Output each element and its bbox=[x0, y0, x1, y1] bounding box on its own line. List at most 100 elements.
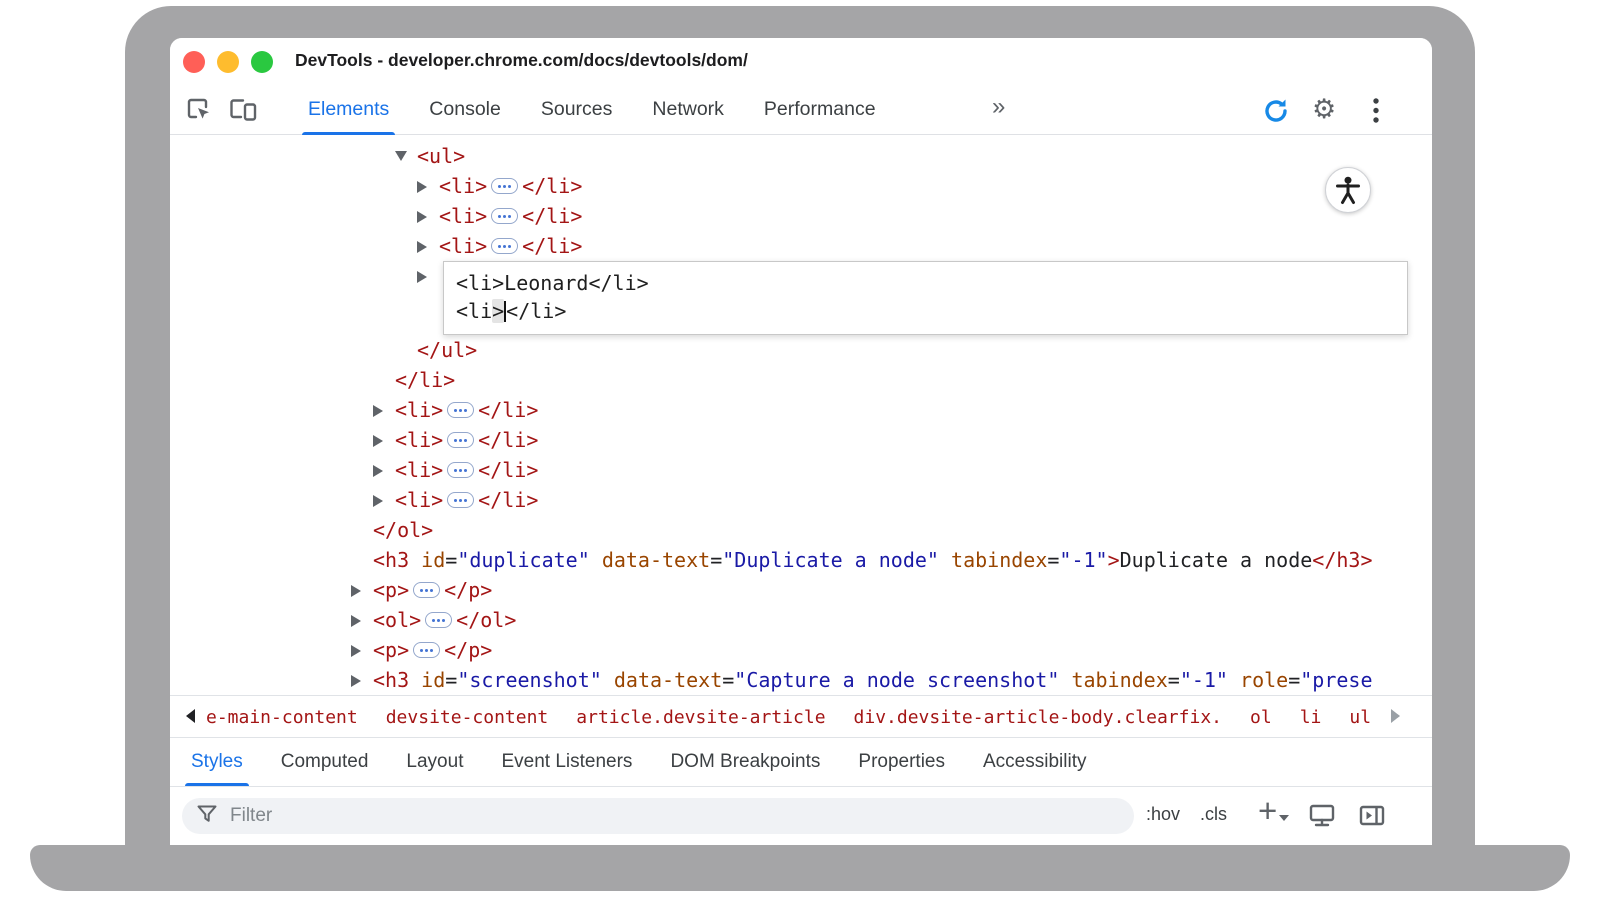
sidebar-tab-event-listeners[interactable]: Event Listeners bbox=[482, 738, 651, 786]
sidebar-tab-computed[interactable]: Computed bbox=[262, 738, 388, 786]
inline-expand-button[interactable] bbox=[447, 432, 474, 448]
sidebar-tab-properties[interactable]: Properties bbox=[839, 738, 964, 786]
extension-icon[interactable] bbox=[1260, 95, 1292, 132]
dom-tree-row[interactable]: <li></li> bbox=[170, 485, 1432, 515]
close-window-button[interactable] bbox=[183, 51, 205, 73]
new-style-rule-button[interactable]: + bbox=[1258, 792, 1277, 830]
expand-arrow-icon[interactable] bbox=[351, 615, 361, 627]
dom-tree-row[interactable]: <li></li> bbox=[170, 425, 1432, 455]
expand-arrow-icon[interactable] bbox=[395, 141, 417, 171]
expand-arrow-icon[interactable] bbox=[351, 605, 373, 635]
dom-tree-row[interactable]: </li> bbox=[170, 365, 1432, 395]
breadcrumb-item[interactable]: li bbox=[1300, 707, 1322, 728]
code-token: <li> bbox=[395, 458, 443, 482]
code-token: "prese bbox=[1300, 668, 1372, 692]
inline-expand-button[interactable] bbox=[447, 462, 474, 478]
breadcrumb-item[interactable]: article.devsite-article bbox=[576, 707, 825, 728]
expand-arrow-icon[interactable] bbox=[351, 575, 373, 605]
sidebar-tab-layout[interactable]: Layout bbox=[387, 738, 482, 786]
dom-tree-row[interactable]: <li></li> bbox=[170, 171, 1432, 201]
tab-performance[interactable]: Performance bbox=[744, 85, 896, 135]
sidebar-tab-styles[interactable]: Styles bbox=[172, 738, 262, 786]
zoom-window-button[interactable] bbox=[251, 51, 273, 73]
breadcrumb-item[interactable]: ul bbox=[1349, 707, 1371, 728]
code-token bbox=[1228, 668, 1240, 692]
expand-arrow-icon[interactable] bbox=[373, 435, 383, 447]
sidebar-toggle-icon[interactable] bbox=[1358, 803, 1386, 834]
collapse-arrow-icon[interactable] bbox=[395, 151, 407, 161]
inline-expand-button[interactable] bbox=[491, 178, 518, 194]
edit-as-html-box[interactable]: <li>Leonard</li><li></li> bbox=[443, 261, 1408, 335]
inspect-icon[interactable] bbox=[184, 95, 214, 130]
breadcrumb-items: e-main-content devsite-content article.dev… bbox=[206, 696, 1380, 738]
breadcrumb-scroll-right-icon[interactable] bbox=[1391, 709, 1400, 723]
more-tabs-button[interactable]: » bbox=[992, 93, 1005, 121]
dom-tree-row[interactable]: <li>Leonard</li><li></li> bbox=[170, 261, 1432, 335]
inline-expand-button[interactable] bbox=[447, 492, 474, 508]
expand-arrow-icon[interactable] bbox=[351, 675, 361, 687]
window-title: DevTools - developer.chrome.com/docs/dev… bbox=[295, 50, 748, 71]
inline-expand-button[interactable] bbox=[425, 612, 452, 628]
inline-expand-button[interactable] bbox=[491, 208, 518, 224]
expand-arrow-icon[interactable] bbox=[373, 395, 395, 425]
dom-tree-row[interactable]: <p></p> bbox=[170, 635, 1432, 665]
dom-tree-row[interactable]: <li></li> bbox=[170, 455, 1432, 485]
expand-arrow-icon[interactable] bbox=[373, 495, 383, 507]
tab-elements[interactable]: Elements bbox=[288, 85, 409, 135]
tab-sources[interactable]: Sources bbox=[521, 85, 633, 135]
dom-tree-row[interactable]: <ol></ol> bbox=[170, 605, 1432, 635]
breadcrumb-item[interactable]: e-main-content bbox=[206, 707, 358, 728]
toggle-element-state-button[interactable]: :hov bbox=[1146, 804, 1180, 825]
inline-expand-button[interactable] bbox=[413, 582, 440, 598]
dom-tree-row[interactable]: </ul> bbox=[170, 335, 1432, 365]
accessibility-person-icon[interactable] bbox=[1325, 167, 1371, 213]
dom-tree-row[interactable]: <h3 id="duplicate" data-text="Duplicate … bbox=[170, 545, 1432, 575]
device-toolbar-icon[interactable] bbox=[228, 97, 258, 128]
inline-expand-button[interactable] bbox=[447, 402, 474, 418]
expand-arrow-icon[interactable] bbox=[417, 241, 427, 253]
breadcrumb-item[interactable]: div.devsite-article-body.clearfix. bbox=[854, 707, 1222, 728]
expand-arrow-icon[interactable] bbox=[351, 645, 361, 657]
dom-tree-row[interactable]: <li></li> bbox=[170, 395, 1432, 425]
expand-arrow-icon[interactable] bbox=[417, 181, 427, 193]
dom-tree-row[interactable]: </ol> bbox=[170, 515, 1432, 545]
expand-arrow-icon[interactable] bbox=[417, 261, 439, 291]
sidebar-tab-accessibility[interactable]: Accessibility bbox=[964, 738, 1105, 786]
dom-tree-row[interactable]: <p></p> bbox=[170, 575, 1432, 605]
kebab-menu-icon[interactable] bbox=[1372, 97, 1380, 129]
element-classes-button[interactable]: .cls bbox=[1200, 804, 1227, 825]
sidebar-tab-dom-breakpoints[interactable]: DOM Breakpoints bbox=[651, 738, 839, 786]
expand-arrow-icon[interactable] bbox=[373, 425, 395, 455]
tab-network[interactable]: Network bbox=[632, 85, 744, 135]
expand-arrow-icon[interactable] bbox=[351, 585, 361, 597]
dom-tree-row[interactable]: <li></li> bbox=[170, 231, 1432, 261]
expand-arrow-icon[interactable] bbox=[351, 635, 373, 665]
filter-input[interactable]: Filter bbox=[182, 798, 1134, 834]
expand-arrow-icon[interactable] bbox=[373, 465, 383, 477]
breadcrumb-item[interactable]: devsite-content bbox=[386, 707, 549, 728]
minimize-window-button[interactable] bbox=[217, 51, 239, 73]
expand-arrow-icon[interactable] bbox=[373, 405, 383, 417]
inline-expand-button[interactable] bbox=[491, 238, 518, 254]
expand-arrow-icon[interactable] bbox=[417, 231, 439, 261]
dom-tree-row[interactable]: <ul> bbox=[170, 141, 1432, 171]
expand-arrow-icon[interactable] bbox=[417, 171, 439, 201]
code-token: id bbox=[421, 668, 445, 692]
expand-arrow-icon[interactable] bbox=[417, 211, 427, 223]
expand-arrow-icon[interactable] bbox=[373, 485, 395, 515]
expand-arrow-icon[interactable] bbox=[417, 201, 439, 231]
code-token: </li> bbox=[478, 428, 538, 452]
code-token: </li> bbox=[522, 204, 582, 228]
filter-placeholder: Filter bbox=[230, 805, 272, 827]
inline-expand-button[interactable] bbox=[413, 642, 440, 658]
expand-arrow-icon[interactable] bbox=[417, 271, 427, 283]
rendering-emulation-icon[interactable] bbox=[1308, 803, 1336, 834]
breadcrumb-scroll-left-icon[interactable] bbox=[186, 709, 195, 723]
dom-tree-row[interactable]: <li></li> bbox=[170, 201, 1432, 231]
expand-arrow-icon[interactable] bbox=[351, 665, 373, 695]
expand-arrow-icon[interactable] bbox=[373, 455, 395, 485]
breadcrumb-item[interactable]: ol bbox=[1250, 707, 1272, 728]
settings-gear-icon[interactable]: ⚙ bbox=[1312, 92, 1336, 128]
tab-console[interactable]: Console bbox=[409, 85, 521, 135]
dom-tree-row[interactable]: <h3 id="screenshot" data-text="Capture a… bbox=[170, 665, 1432, 695]
